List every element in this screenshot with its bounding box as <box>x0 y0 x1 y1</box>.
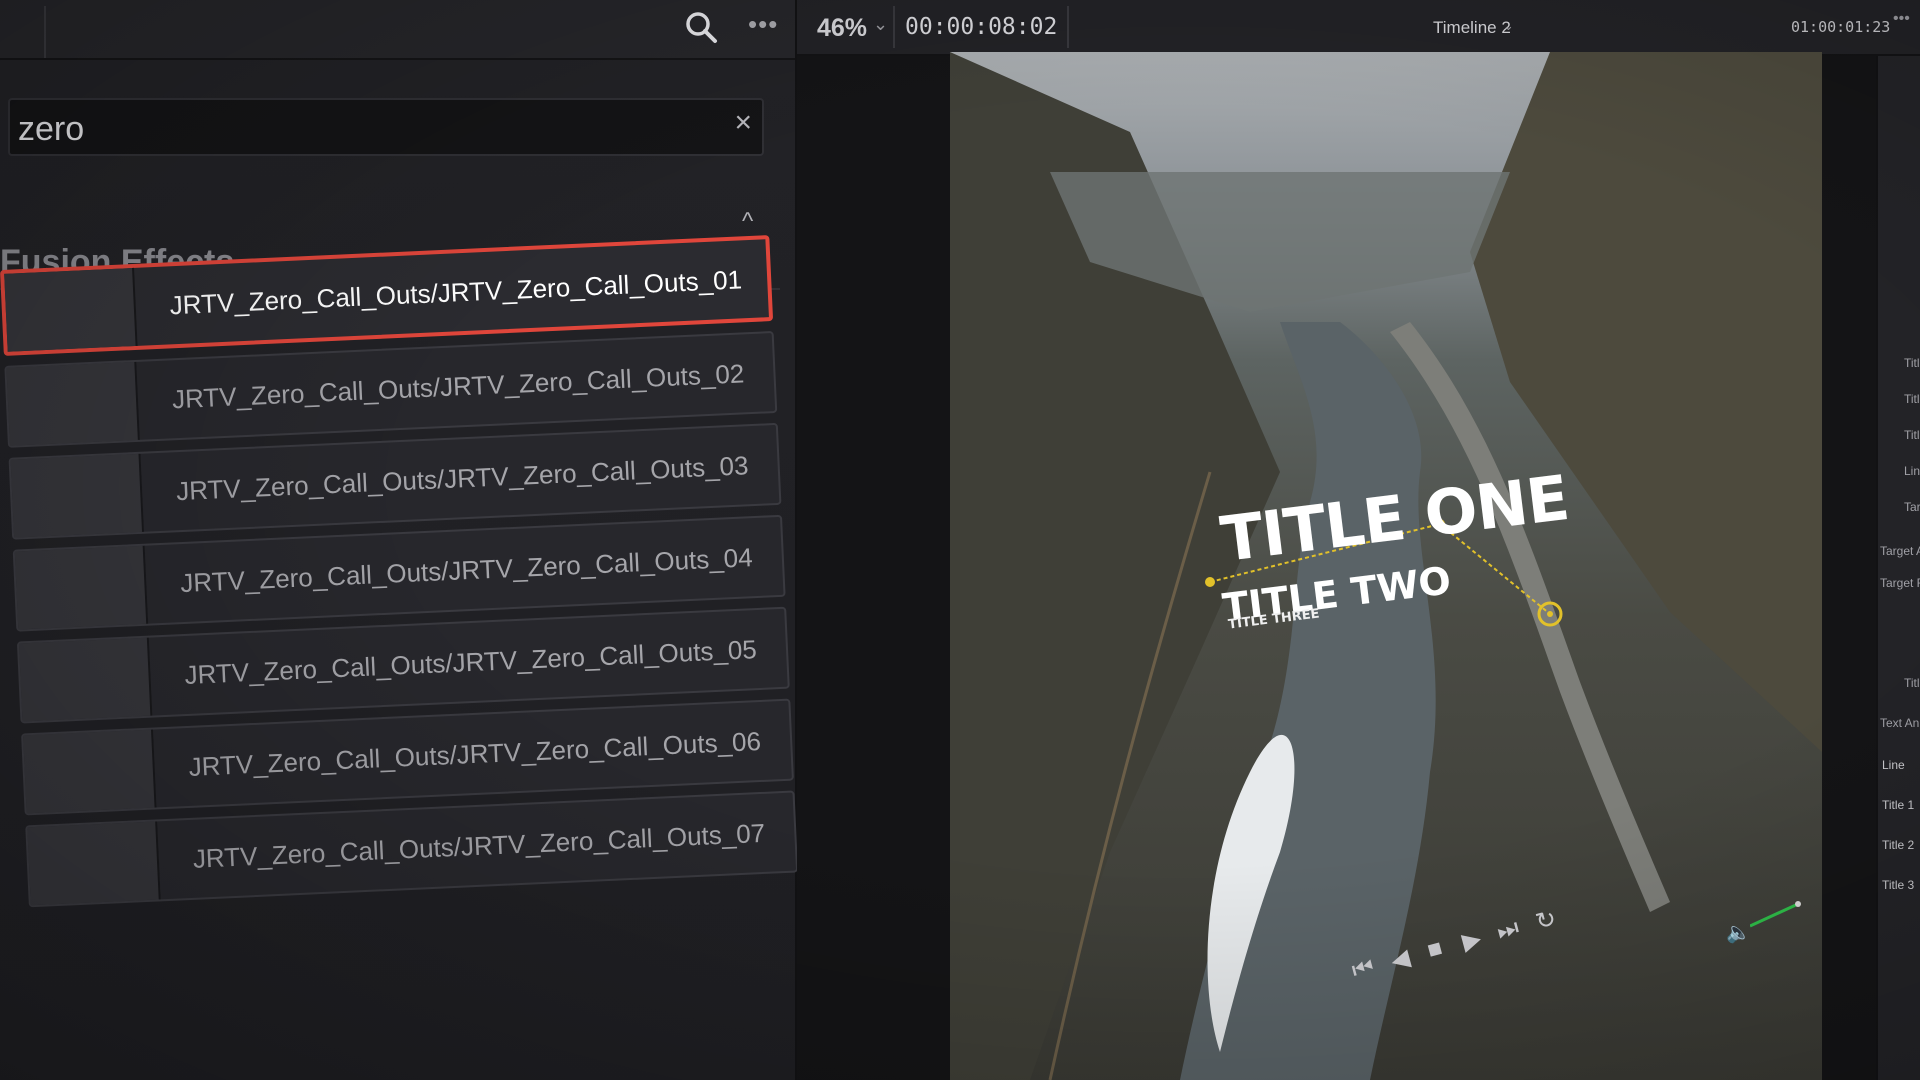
source-timecode: 00:00:08:02 <box>893 6 1070 48</box>
effect-thumbnail <box>23 729 157 814</box>
inspector-item[interactable]: Targ <box>1904 500 1920 514</box>
effects-toolbar: ••• <box>0 0 795 60</box>
effect-thumbnail <box>27 821 161 906</box>
timeline-selector[interactable]: Timeline 2 <box>1433 18 1511 38</box>
go-to-end-icon[interactable]: ⏭ <box>1494 914 1522 947</box>
search-icon <box>686 12 717 43</box>
more-options-button[interactable]: ••• <box>748 10 782 44</box>
volume-slider[interactable] <box>1750 900 1802 928</box>
inspector-item[interactable]: Target Anim <box>1880 544 1920 558</box>
stop-icon[interactable]: ■ <box>1424 934 1445 965</box>
effect-thumbnail <box>6 361 140 446</box>
viewer-toolbar: 46% ⌄ 00:00:08:02 Timeline 2 ⌄ 01:00:01:… <box>797 0 1920 56</box>
effect-thumbnail <box>18 637 153 722</box>
chevron-down-icon[interactable]: ⌄ <box>1503 18 1514 34</box>
play-reverse-icon[interactable]: ◀ <box>1388 943 1413 976</box>
inspector-section-title-2[interactable]: Title 2 <box>1882 838 1914 852</box>
effect-label: JRTV_Zero_Call_Outs/JRTV_Zero_Call_Outs_… <box>192 817 766 874</box>
chevron-down-icon[interactable]: ⌄ <box>873 14 888 35</box>
inspector-section-title-1[interactable]: Title 1 <box>1882 798 1914 812</box>
effects-list: JRTV_Zero_Call_Outs/JRTV_Zero_Call_Outs_… <box>0 235 799 917</box>
effect-label: JRTV_Zero_Call_Outs/JRTV_Zero_Call_Outs_… <box>169 264 743 321</box>
effect-thumbnail <box>14 545 149 630</box>
inspector-item[interactable]: Title <box>1904 428 1920 442</box>
inspector-panel: Title Title Title Line Targ Target Anim … <box>1876 56 1920 1080</box>
effect-label: JRTV_Zero_Call_Outs/JRTV_Zero_Call_Outs_… <box>171 358 745 415</box>
inspector-item[interactable]: Title <box>1904 392 1920 406</box>
inspector-section-line[interactable]: Line <box>1882 758 1905 772</box>
loop-icon[interactable]: ↻ <box>1533 904 1560 937</box>
inspector-item[interactable]: Title <box>1904 676 1920 690</box>
chevron-up-icon[interactable]: ^ <box>742 208 753 236</box>
effect-label: JRTV_Zero_Call_Outs/JRTV_Zero_Call_Outs_… <box>183 634 758 691</box>
search-input[interactable]: zero × <box>8 98 764 156</box>
search-button[interactable] <box>682 8 722 48</box>
effect-thumbnail <box>4 267 138 352</box>
close-icon[interactable]: × <box>734 106 752 140</box>
inspector-item[interactable]: Target Ring <box>1880 576 1920 590</box>
effect-label: JRTV_Zero_Call_Outs/JRTV_Zero_Call_Outs_… <box>175 450 750 507</box>
inspector-item[interactable]: Text Animati <box>1880 716 1920 730</box>
inspector-item[interactable]: Line <box>1904 464 1920 478</box>
play-icon[interactable]: ▶ <box>1459 924 1484 957</box>
effect-label: JRTV_Zero_Call_Outs/JRTV_Zero_Call_Outs_… <box>188 725 762 782</box>
effect-thumbnail <box>10 453 145 538</box>
inspector-item[interactable]: Title <box>1904 356 1920 370</box>
panel-toggle-button[interactable] <box>0 6 46 58</box>
zoom-level[interactable]: 46% <box>817 14 867 43</box>
timeline-timecode: 01:00:01:23 <box>1791 18 1891 36</box>
speaker-icon[interactable]: 🔈 <box>1726 920 1751 945</box>
go-to-start-icon[interactable]: ⏮ <box>1349 953 1377 986</box>
effects-library-panel: ••• zero × Fusion Effects ^ JRTV_Zero_Ca… <box>0 0 799 1080</box>
search-query: zero <box>18 110 85 148</box>
viewer-options-button[interactable]: ••• <box>1893 10 1910 28</box>
inspector-section-title-3[interactable]: Title 3 <box>1882 878 1914 892</box>
effect-label: JRTV_Zero_Call_Outs/JRTV_Zero_Call_Outs_… <box>179 542 754 599</box>
